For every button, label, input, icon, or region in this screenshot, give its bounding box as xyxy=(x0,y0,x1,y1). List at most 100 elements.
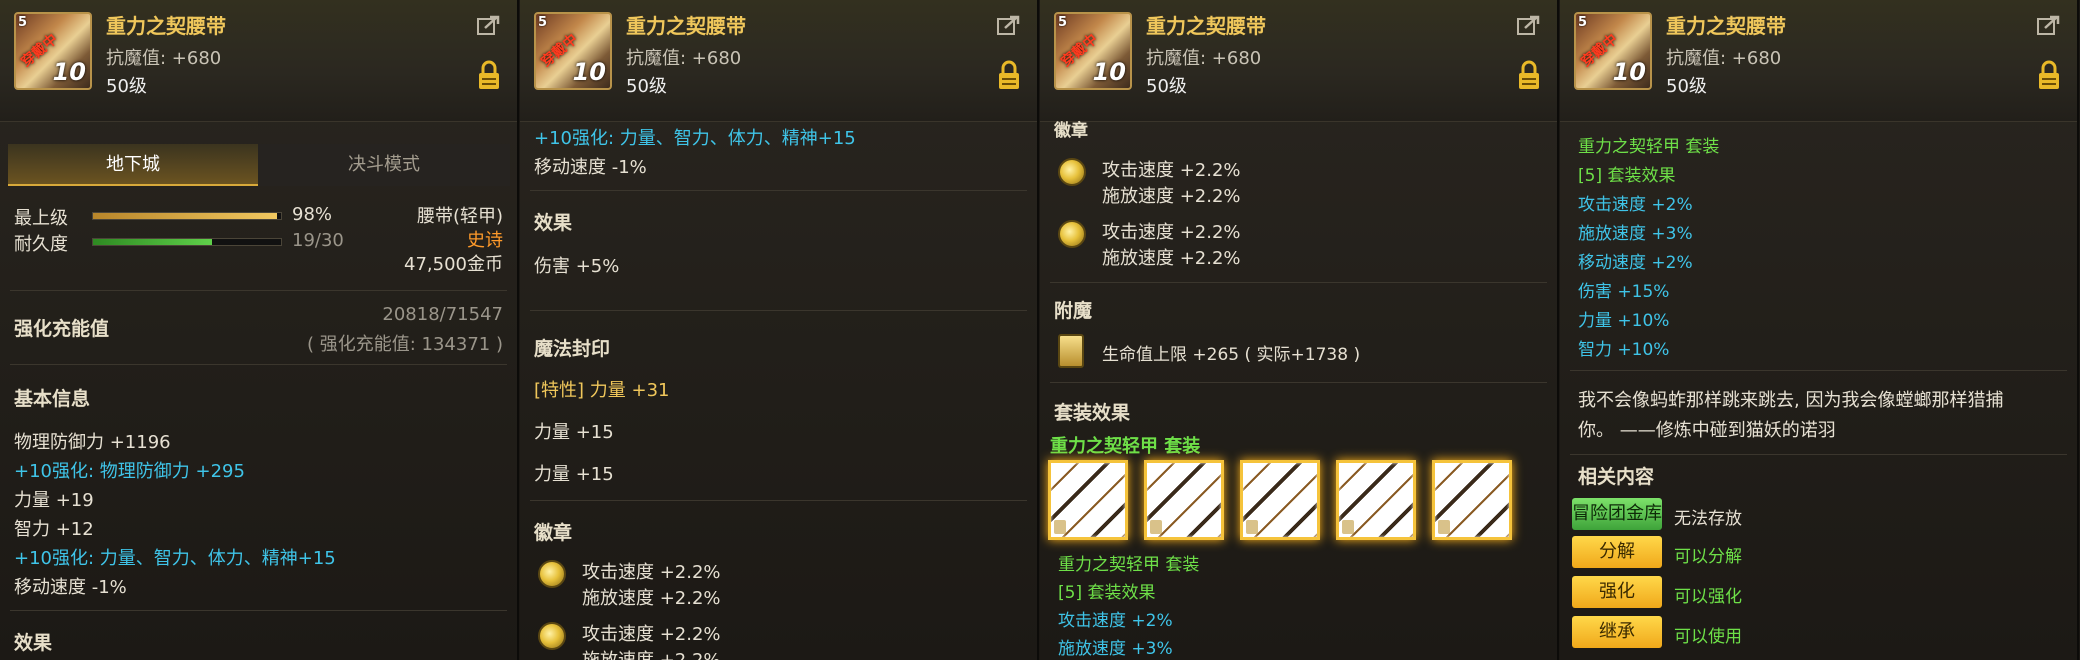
enchant-line: 生命值上限 +265 ( 实际+1738 ) xyxy=(1102,345,1361,365)
max-level-bar xyxy=(92,212,282,220)
item-tooltip-panel-3: 5 穿戴中 10 重力之契腰带 抗魔值: +680 50级 徽章 攻击速度 +2… xyxy=(1040,0,1559,660)
divider xyxy=(1050,382,1547,383)
slot-lock-icon xyxy=(1342,520,1354,534)
emblem-line: 施放速度 +2.2% xyxy=(1102,248,1241,269)
stat-line: 移动速度 -1% xyxy=(14,577,127,598)
inherit-button[interactable]: 继承 xyxy=(1572,616,1662,648)
emblem-line: 施放速度 +2.2% xyxy=(582,588,721,609)
divider xyxy=(530,190,1027,191)
divider xyxy=(530,310,1027,311)
lock-icon[interactable] xyxy=(997,60,1021,90)
share-icon[interactable] xyxy=(1517,14,1541,36)
enchant-card-icon[interactable] xyxy=(1058,334,1084,368)
stat-line: 智力 +12 xyxy=(14,519,94,540)
upgrade-level: 10 xyxy=(1612,58,1646,86)
item-name: 重力之契腰带 xyxy=(1146,14,1266,38)
stat-line: +10强化: 力量、智力、体力、精神+15 xyxy=(14,548,336,569)
magic-seal-head: 魔法封印 xyxy=(534,338,611,360)
seal-line: 力量 +15 xyxy=(534,422,614,443)
grade-badge: 5 xyxy=(538,15,548,30)
durability-bar xyxy=(92,238,282,246)
inherit-status: 可以使用 xyxy=(1674,627,1742,647)
stat-line: 移动速度 -1% xyxy=(534,157,647,178)
item-magic-resist: 抗魔值: +680 xyxy=(1666,48,1782,69)
lock-icon[interactable] xyxy=(2037,60,2061,90)
set-item-slot[interactable] xyxy=(1240,460,1320,540)
divider xyxy=(10,610,507,611)
set-line: 智力 +10% xyxy=(1578,340,1670,360)
item-level: 50级 xyxy=(1666,76,1707,97)
emblem-line: 施放速度 +2.2% xyxy=(582,646,721,660)
grade-badge: 5 xyxy=(1578,15,1588,30)
max-level-label: 最上级 xyxy=(14,208,68,229)
upgrade-level: 10 xyxy=(572,58,606,86)
tab-pvp[interactable]: 决斗模式 xyxy=(258,144,510,186)
set-item-slot[interactable] xyxy=(1336,460,1416,540)
enhance-status: 可以强化 xyxy=(1674,587,1742,607)
adventure-vault-button[interactable]: 冒险团金库 xyxy=(1572,498,1662,530)
divider xyxy=(1570,454,2067,455)
related-content-head: 相关内容 xyxy=(1578,466,1655,488)
flavor-text-line: 你。 ——修炼中碰到猫妖的诺羽 xyxy=(1578,420,1836,441)
basic-info-head: 基本信息 xyxy=(14,388,91,410)
set-line: 施放速度 +3% xyxy=(1578,224,1693,244)
emblem-head-partial: 徽章 xyxy=(1054,121,1088,141)
item-magic-resist: 抗魔值: +680 xyxy=(106,48,222,69)
slot-lock-icon xyxy=(1150,520,1162,534)
item-level: 50级 xyxy=(626,76,667,97)
set-effect-label: [5] 套装效果 xyxy=(1578,166,1676,186)
tab-dungeon[interactable]: 地下城 xyxy=(8,144,258,186)
effect-head: 效果 xyxy=(534,212,573,234)
set-line: 力量 +10% xyxy=(1578,311,1670,331)
item-tooltip-panel-2: 5 穿戴中 10 重力之契腰带 抗魔值: +680 50级 +10强化: 力量、… xyxy=(520,0,1039,660)
charge-value: 20818/71547 xyxy=(382,304,503,325)
item-tooltip-panel-1: 5 穿戴中 10 重力之契腰带 抗魔值: +680 50级 地下城 决斗模式 最… xyxy=(0,0,519,660)
set-effect-label: [5] 套装效果 xyxy=(1058,583,1156,603)
item-level: 50级 xyxy=(1146,76,1187,97)
slot-lock-icon xyxy=(1054,520,1066,534)
set-item-slot[interactable] xyxy=(1432,460,1512,540)
grade-badge: 5 xyxy=(1058,15,1068,30)
share-icon[interactable] xyxy=(2037,14,2061,36)
upgrade-level: 10 xyxy=(1092,58,1126,86)
set-line: 移动速度 +2% xyxy=(1578,253,1693,273)
belt-item-icon[interactable]: 5 穿戴中 10 xyxy=(1054,12,1132,90)
lock-icon[interactable] xyxy=(477,60,501,90)
effect-head: 效果 xyxy=(14,632,53,654)
lock-icon[interactable] xyxy=(1517,60,1541,90)
item-header: 5 穿戴中 10 重力之契腰带 抗魔值: +680 50级 xyxy=(0,0,517,122)
yellow-emblem-icon[interactable] xyxy=(1058,220,1086,248)
yellow-emblem-icon[interactable] xyxy=(538,560,566,588)
share-icon[interactable] xyxy=(477,14,501,36)
divider xyxy=(1050,282,1547,283)
seal-line: 力量 +15 xyxy=(534,464,614,485)
item-header: 5 穿戴中 10 重力之契腰带 抗魔值: +680 50级 xyxy=(1040,0,1557,122)
item-name: 重力之契腰带 xyxy=(626,14,746,38)
stat-line: 物理防御力 +1196 xyxy=(14,432,171,453)
set-line: 施放速度 +3% xyxy=(1058,639,1173,659)
item-name: 重力之契腰带 xyxy=(1666,14,1786,38)
belt-item-icon[interactable]: 5 穿戴中 10 xyxy=(14,12,92,90)
set-item-slot[interactable] xyxy=(1144,460,1224,540)
enhance-button[interactable]: 强化 xyxy=(1572,576,1662,608)
set-effect-head: 套装效果 xyxy=(1054,402,1131,424)
item-header: 5 穿戴中 10 重力之契腰带 抗魔值: +680 50级 xyxy=(520,0,1037,122)
divider xyxy=(1570,370,2067,371)
slot-lock-icon xyxy=(1438,520,1450,534)
set-name: 重力之契轻甲 套装 xyxy=(1050,436,1201,457)
set-item-slot[interactable] xyxy=(1048,460,1128,540)
disassemble-button[interactable]: 分解 xyxy=(1572,536,1662,568)
belt-item-icon[interactable]: 5 穿戴中 10 xyxy=(534,12,612,90)
yellow-emblem-icon[interactable] xyxy=(1058,158,1086,186)
share-icon[interactable] xyxy=(997,14,1021,36)
yellow-emblem-icon[interactable] xyxy=(538,622,566,650)
vault-status: 无法存放 xyxy=(1674,509,1742,529)
emblem-line: 攻击速度 +2.2% xyxy=(1102,160,1241,181)
belt-item-icon[interactable]: 5 穿戴中 10 xyxy=(1574,12,1652,90)
set-name: 重力之契轻甲 套装 xyxy=(1578,137,1720,157)
item-tooltip-panel-4: 5 穿戴中 10 重力之契腰带 抗魔值: +680 50级 重力之契轻甲 套装 … xyxy=(1560,0,2079,660)
stat-line: +10强化: 力量、智力、体力、精神+15 xyxy=(534,128,856,149)
upgrade-level: 10 xyxy=(52,58,86,86)
divider xyxy=(10,290,507,291)
set-line: 攻击速度 +2% xyxy=(1578,195,1693,215)
